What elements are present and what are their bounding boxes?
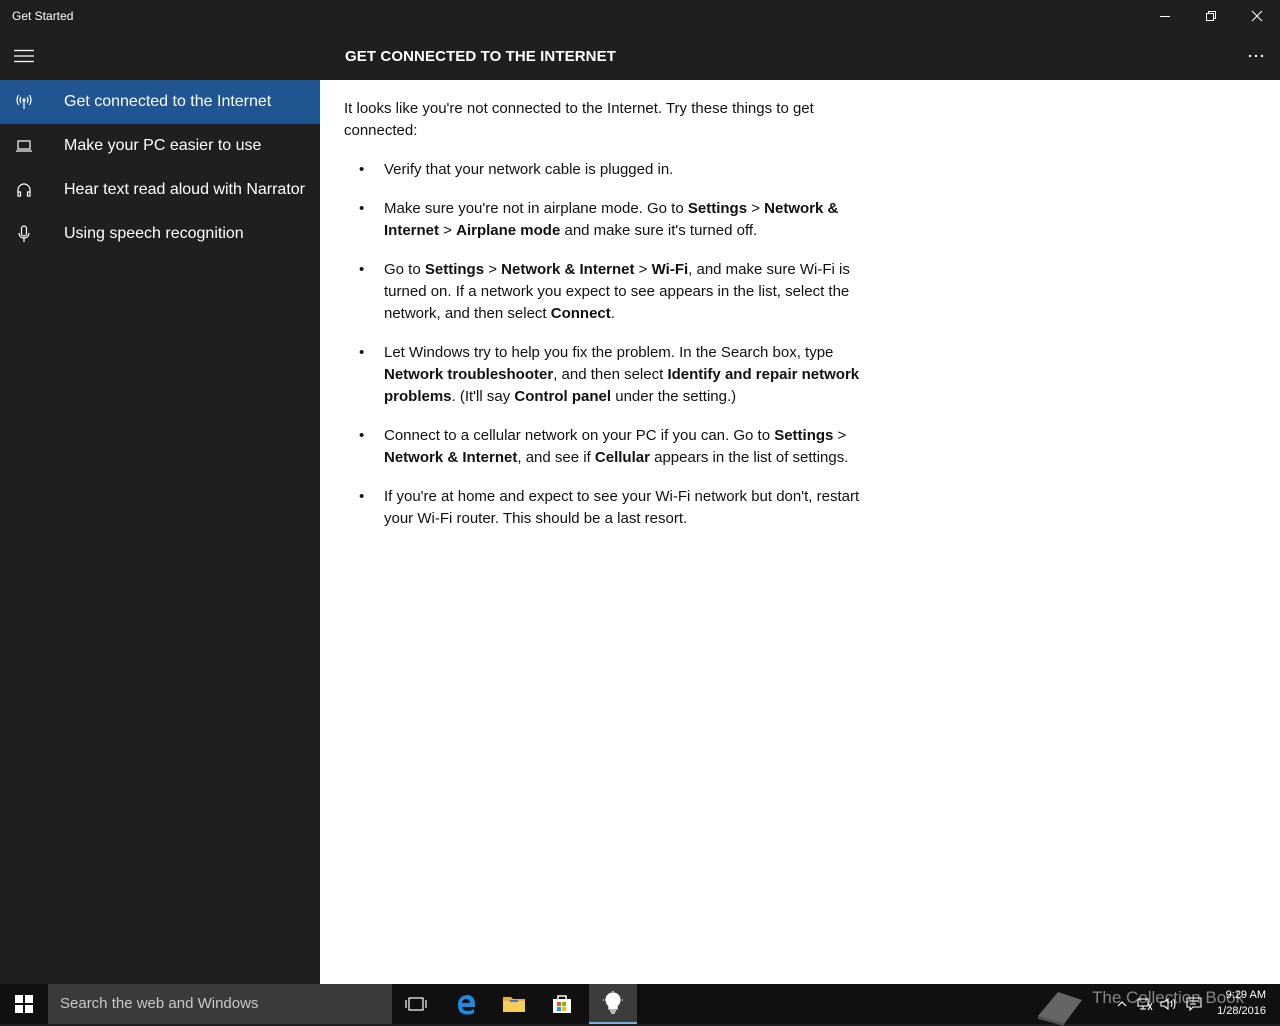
tip-bold-text: Network troubleshooter bbox=[384, 366, 554, 383]
minimize-button[interactable] bbox=[1142, 0, 1188, 32]
chevron-up-icon bbox=[1117, 1001, 1127, 1007]
watermark-book-icon bbox=[1038, 992, 1082, 1026]
minimize-icon bbox=[1160, 16, 1170, 17]
bullet-point: • bbox=[359, 427, 365, 444]
task-view-icon bbox=[405, 997, 427, 1011]
volume-tray-button[interactable] bbox=[1158, 984, 1180, 1024]
taskbar: Search the web and Windows The Collectio… bbox=[0, 984, 1280, 1026]
tip-bold-text: Network & Internet bbox=[384, 449, 518, 466]
start-button[interactable] bbox=[0, 984, 48, 1024]
tip-item: • Make sure you're not in airplane mode. … bbox=[344, 198, 884, 242]
tip-bold-text: Settings bbox=[774, 427, 834, 444]
tip-text: > bbox=[634, 261, 652, 278]
antenna-icon bbox=[14, 92, 34, 112]
sidebar-item-label: Using speech recognition bbox=[64, 225, 244, 242]
tip-bold-text: Connect bbox=[550, 305, 611, 322]
hamburger-menu-button[interactable] bbox=[0, 32, 48, 80]
sidebar-item-speech[interactable]: Using speech recognition bbox=[0, 212, 320, 256]
restore-icon bbox=[1206, 11, 1216, 21]
tip-text: . (It'll say bbox=[451, 388, 515, 405]
tip-text: > bbox=[439, 222, 457, 239]
sidebar-item-get-connected[interactable]: Get connected to the Internet bbox=[0, 80, 320, 124]
sidebar-item-narrator[interactable]: Hear text read aloud with Narrator bbox=[0, 168, 320, 212]
title-bar: Get Started bbox=[0, 0, 1280, 32]
show-hidden-icons-button[interactable] bbox=[1112, 984, 1132, 1024]
tip-item: • If you're at home and expect to see you… bbox=[344, 486, 884, 530]
tip-text: Connect to a cellular network on your PC… bbox=[384, 427, 775, 444]
volume-icon bbox=[1160, 997, 1176, 1011]
sidebar-item-label: Make your PC easier to use bbox=[64, 137, 262, 154]
page-title: GET CONNECTED TO THE INTERNET bbox=[345, 48, 616, 65]
tip-text: Make sure you're not in airplane mode. G… bbox=[384, 200, 688, 217]
tip-bold-text: Wi-Fi bbox=[651, 261, 689, 278]
windows-logo-icon bbox=[15, 995, 33, 1013]
tip-bold-text: Network & Internet bbox=[501, 261, 635, 278]
tip-text: , and then select bbox=[553, 366, 668, 383]
file-explorer-button[interactable] bbox=[490, 984, 538, 1024]
app-title: Get Started bbox=[12, 9, 74, 23]
taskbar-search-box[interactable]: Search the web and Windows bbox=[48, 984, 392, 1024]
restore-button[interactable] bbox=[1188, 0, 1234, 32]
clock-date: 1/28/2016 bbox=[1217, 1005, 1266, 1017]
bullet-point: • bbox=[359, 261, 365, 278]
close-icon bbox=[1251, 10, 1263, 22]
clock-time: 9:29 AM bbox=[1225, 989, 1266, 1001]
tip-text: > bbox=[747, 200, 765, 217]
more-options-button[interactable] bbox=[1232, 32, 1280, 80]
tip-text: Let Windows try to help you fix the prob… bbox=[384, 344, 834, 361]
store-button[interactable] bbox=[538, 984, 586, 1024]
tip-bold-text: Control panel bbox=[514, 388, 612, 405]
tip-item: • Connect to a cellular network on your P… bbox=[344, 425, 884, 469]
tip-text: > bbox=[833, 427, 847, 444]
tip-text: , and see if bbox=[517, 449, 595, 466]
laptop-icon bbox=[14, 136, 34, 156]
tip-text: and make sure it's turned off. bbox=[560, 222, 758, 239]
tip-item: • Let Windows try to help you fix the pro… bbox=[344, 342, 884, 408]
tip-text: If you're at home and expect to see your… bbox=[384, 488, 860, 527]
tip-item: • Go to Settings > Network & Internet > W… bbox=[344, 259, 884, 325]
get-started-app-button[interactable] bbox=[589, 984, 637, 1024]
edge-browser-button[interactable] bbox=[442, 984, 490, 1024]
tip-text: appears in the list of settings. bbox=[649, 449, 849, 466]
tip-text: > bbox=[484, 261, 502, 278]
tip-text: . bbox=[610, 305, 615, 322]
headphones-icon bbox=[14, 180, 34, 200]
bullet-point: • bbox=[359, 344, 365, 361]
bullet-point: • bbox=[359, 161, 365, 178]
tip-bold-text: Settings bbox=[424, 261, 485, 278]
network-icon bbox=[1137, 998, 1153, 1011]
edge-icon bbox=[458, 995, 475, 1015]
tip-item: • Verify that your network cable is plugg… bbox=[344, 159, 884, 181]
hamburger-icon bbox=[14, 49, 34, 63]
sidebar-item-label: Get connected to the Internet bbox=[64, 93, 272, 110]
tip-bold-text: Airplane mode bbox=[456, 222, 561, 239]
close-button[interactable] bbox=[1234, 0, 1280, 32]
action-center-button[interactable] bbox=[1182, 984, 1206, 1024]
tip-bold-text: Settings bbox=[687, 200, 748, 217]
tips-list: • Verify that your network cable is plugg… bbox=[344, 159, 884, 547]
app-header: GET CONNECTED TO THE INTERNET bbox=[0, 32, 1280, 80]
bullet-point: • bbox=[359, 200, 365, 217]
bullet-point: • bbox=[359, 488, 365, 505]
lightbulb-icon bbox=[603, 991, 623, 1014]
tip-text: under the setting.) bbox=[611, 388, 737, 405]
intro-text: It looks like you're not connected to th… bbox=[344, 100, 814, 139]
more-icon bbox=[1248, 54, 1264, 58]
folder-icon bbox=[503, 997, 525, 1012]
tip-text: Verify that your network cable is plugge… bbox=[384, 161, 674, 178]
store-icon bbox=[553, 995, 571, 1013]
sidebar: Get connected to the Internet Make your … bbox=[0, 80, 320, 984]
sidebar-item-label: Hear text read aloud with Narrator bbox=[64, 181, 305, 198]
task-view-button[interactable] bbox=[392, 984, 440, 1024]
network-tray-button[interactable] bbox=[1134, 984, 1156, 1024]
microphone-icon bbox=[14, 224, 34, 244]
notifications-icon bbox=[1186, 997, 1202, 1011]
main-content: It looks like you're not connected to th… bbox=[320, 80, 1280, 984]
tip-text: Go to bbox=[384, 261, 425, 278]
sidebar-item-pc-easier[interactable]: Make your PC easier to use bbox=[0, 124, 320, 168]
taskbar-clock[interactable]: 9:29 AM 1/28/2016 bbox=[1217, 987, 1266, 1019]
tip-bold-text: Cellular bbox=[594, 449, 650, 466]
